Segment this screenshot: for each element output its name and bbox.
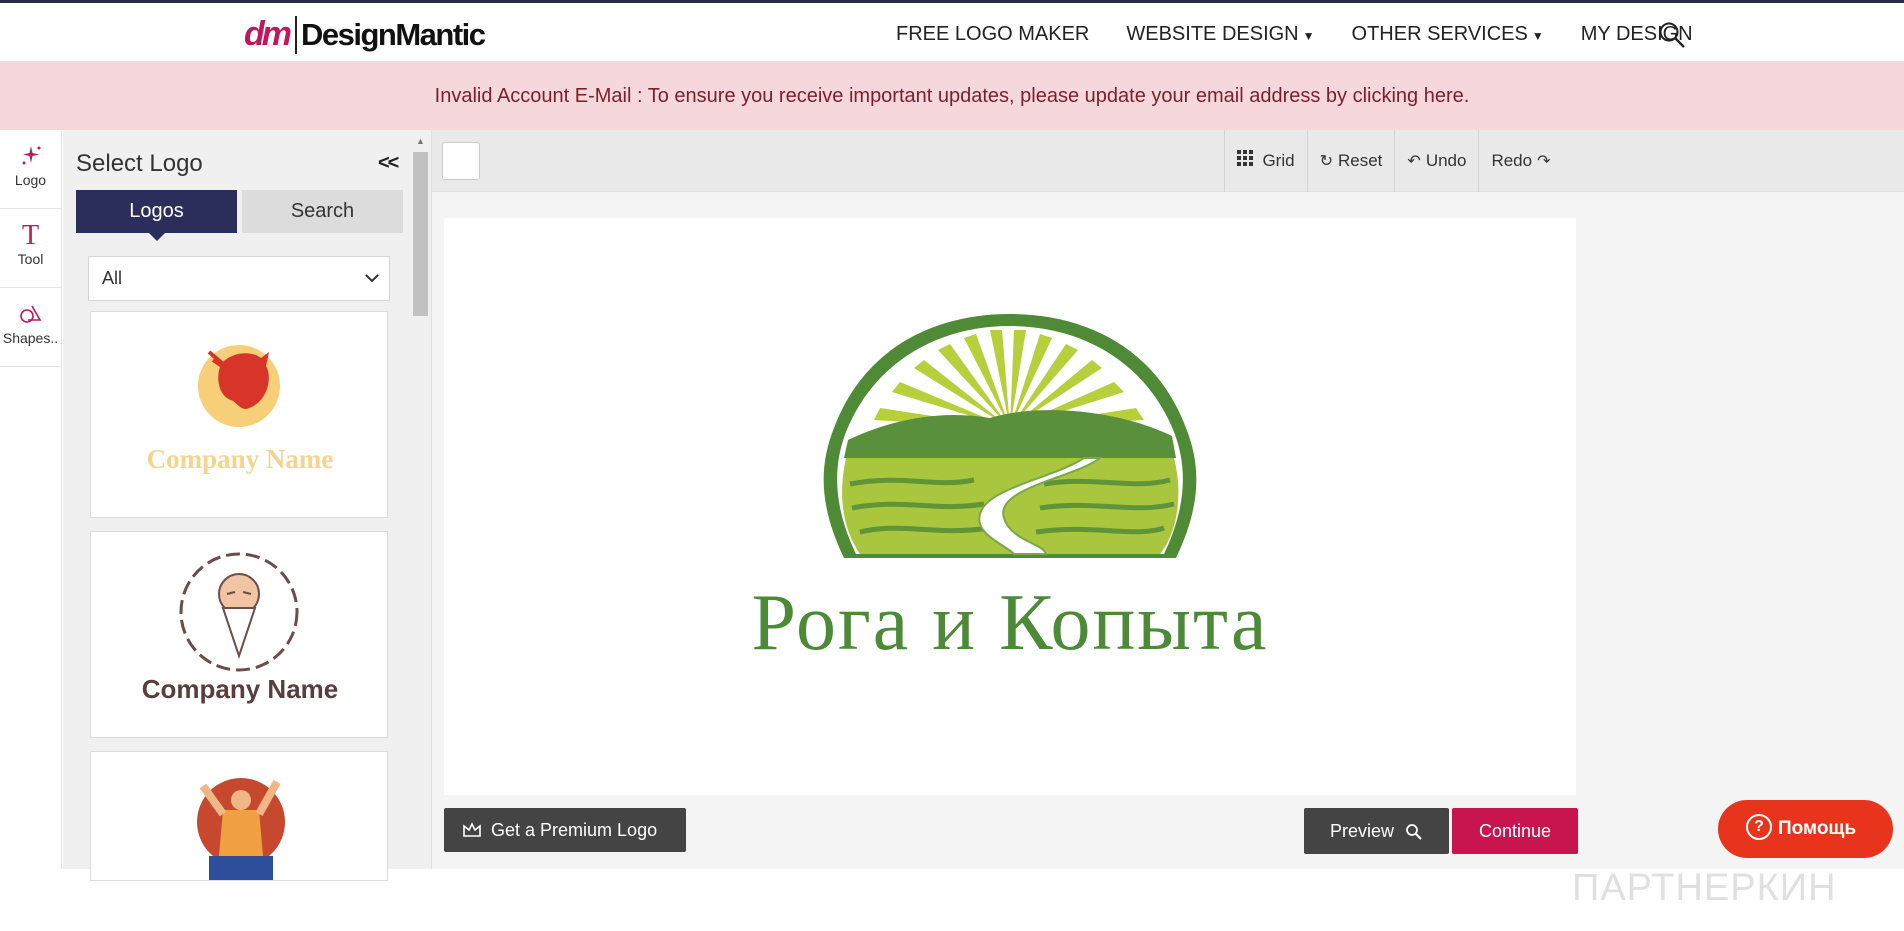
brand-logo[interactable]: dm DesignMantic <box>244 15 486 54</box>
logo-text[interactable]: Рога и Копыта <box>444 578 1576 669</box>
grid-icon <box>1237 150 1257 170</box>
bull-logo-thumbnail <box>198 345 280 427</box>
main-nav: FREE LOGO MAKER WEBSITE DESIGN ▼ OTHER SE… <box>896 22 1730 48</box>
martial-arts-logo-thumbnail <box>197 778 285 880</box>
nav-other-services-label: OTHER SERVICES <box>1351 23 1528 45</box>
undo-label: Undo <box>1425 151 1467 170</box>
nav-other-services[interactable]: OTHER SERVICES ▼ <box>1352 23 1544 46</box>
get-premium-logo-button[interactable]: Get a Premium Logo <box>444 808 686 852</box>
help-label: Помощь <box>1778 818 1857 839</box>
panel-title: Select Logo <box>76 150 203 177</box>
nav-website-design-label: WEBSITE DESIGN <box>1126 23 1299 45</box>
logo-template-card[interactable]: Company Name <box>90 311 388 518</box>
continue-button[interactable]: Continue <box>1452 808 1578 854</box>
grid-label: Grid <box>1262 151 1295 170</box>
logo-canvas[interactable]: Рога и Копыта <box>444 218 1576 795</box>
rail-tab-logo[interactable]: Logo <box>0 130 61 209</box>
sage-logo-thumbnail <box>179 552 299 672</box>
tool-rail: Logo T Tool Shapes.. <box>0 130 62 869</box>
reset-label: Reset <box>1337 151 1383 170</box>
chevron-down-icon <box>365 257 379 300</box>
farm-landscape-emblem <box>823 314 1197 558</box>
design-workspace: Grid ↻ Reset ↶ Undo Redo ↷ Рога и Копыта… <box>431 130 1904 909</box>
logo-template-card[interactable]: Company Name <box>90 531 388 738</box>
category-select[interactable]: All <box>88 256 390 301</box>
panel-tabs: Logos Search <box>76 190 403 241</box>
help-button[interactable]: ? Помощь <box>1718 800 1893 858</box>
undo-icon: ↶ <box>1407 153 1421 170</box>
search-icon[interactable] <box>1658 21 1686 55</box>
watermark-text: ПАРТНЕРКИН <box>1572 867 1837 909</box>
tab-logos[interactable]: Logos <box>76 190 237 241</box>
redo-label: Redo <box>1491 151 1533 170</box>
sparkle-icon <box>0 144 61 172</box>
invalid-email-alert[interactable]: Invalid Account E-Mail : To ensure you r… <box>0 62 1904 130</box>
rail-tab-logo-label: Logo <box>14 172 47 188</box>
select-logo-panel: Select Logo << Logos Search All Company … <box>63 130 431 881</box>
preview-label: Preview <box>1329 821 1394 841</box>
brand-name: DesignMantic <box>301 16 486 52</box>
grid-button[interactable]: Grid <box>1224 130 1307 192</box>
brand-divider <box>295 15 297 54</box>
nav-website-design[interactable]: WEBSITE DESIGN ▼ <box>1126 23 1314 46</box>
editor-toolbar: Grid ↻ Reset ↶ Undo Redo ↷ <box>432 130 1904 192</box>
reset-icon: ↻ <box>1319 153 1333 170</box>
rail-tab-tool-label: Tool <box>17 251 44 267</box>
shapes-icon <box>0 302 61 330</box>
redo-icon: ↷ <box>1537 153 1551 170</box>
crown-icon <box>462 820 491 840</box>
preview-button[interactable]: Preview <box>1304 808 1449 854</box>
card-caption: Company Name <box>146 444 334 474</box>
undo-button[interactable]: ↶ Undo <box>1394 130 1478 192</box>
caret-down-icon: ▼ <box>1302 29 1315 43</box>
collapse-panel-button[interactable]: << <box>378 152 399 175</box>
rail-tab-shapes[interactable]: Shapes.. <box>0 288 61 367</box>
help-icon: ? <box>1746 813 1772 840</box>
scrollbar-thumb[interactable] <box>413 152 428 316</box>
redo-button[interactable]: Redo ↷ <box>1478 130 1562 192</box>
logo-template-card[interactable] <box>90 751 388 881</box>
brand-mark: dm <box>244 15 292 53</box>
rail-tab-shapes-label: Shapes.. <box>2 330 59 346</box>
background-color-swatch[interactable] <box>442 142 480 180</box>
magnifier-icon <box>1399 821 1423 841</box>
reset-button[interactable]: ↻ Reset <box>1306 130 1395 192</box>
card-caption: Company Name <box>141 674 339 704</box>
top-navbar: dm DesignMantic FREE LOGO MAKER WEBSITE … <box>0 0 1904 62</box>
rail-tab-tool[interactable]: T Tool <box>0 209 61 288</box>
category-select-value: All <box>102 268 123 288</box>
panel-scrollbar[interactable]: ▲ <box>411 136 429 869</box>
nav-free-logo-maker[interactable]: FREE LOGO MAKER <box>896 23 1089 46</box>
premium-label: Get a Premium Logo <box>491 820 658 840</box>
toolbar-actions: Grid ↻ Reset ↶ Undo Redo ↷ <box>1224 130 1563 192</box>
tab-search[interactable]: Search <box>242 190 403 233</box>
text-tool-icon: T <box>21 220 40 251</box>
caret-down-icon: ▼ <box>1531 29 1544 43</box>
scroll-up-icon[interactable]: ▲ <box>416 136 425 146</box>
